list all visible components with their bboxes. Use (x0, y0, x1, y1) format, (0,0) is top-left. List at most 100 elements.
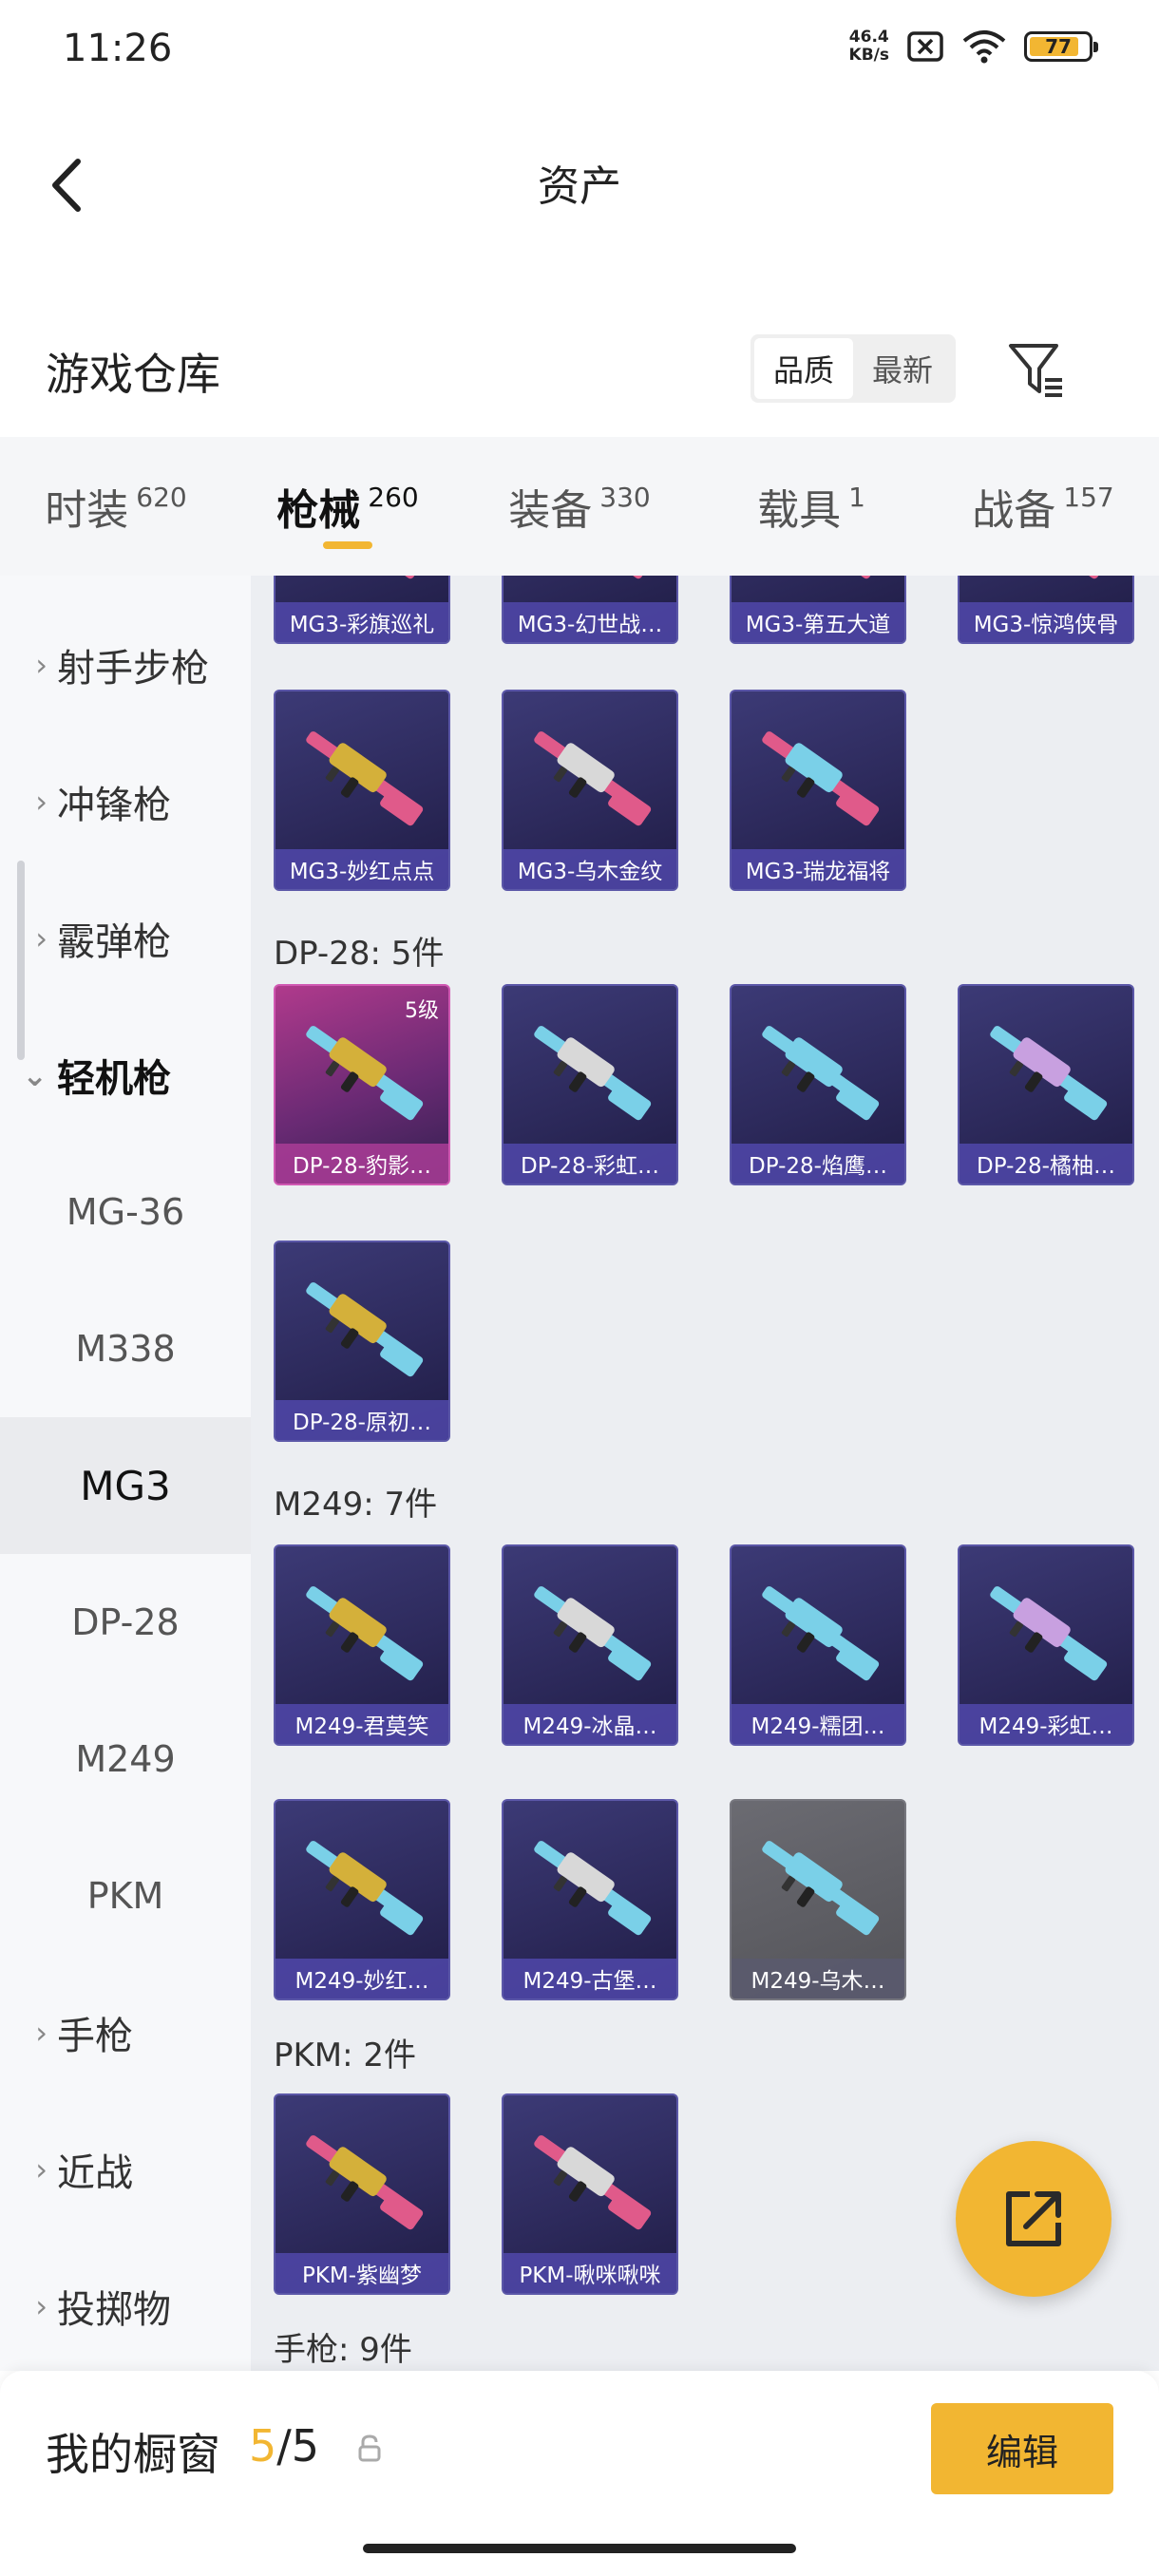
chevron-right-icon: › (35, 2151, 48, 2188)
tab-vehicles[interactable]: 载具 1 (695, 437, 927, 576)
skin-card[interactable]: MG3-惊鸿侠骨 (958, 576, 1134, 644)
skin-card[interactable]: MG3-瑞龙福将 (730, 690, 906, 891)
tab-label: 战备 (972, 486, 1056, 535)
battery-level: 77 (1045, 35, 1072, 58)
skin-card[interactable]: DP-28-橘柚… (958, 984, 1134, 1185)
section-title-pkm: PKM: 2件 (274, 2036, 417, 2074)
tab-count: 1 (848, 481, 865, 513)
showcase-label: 我的橱窗 (46, 2429, 220, 2480)
weapon-image (1064, 576, 1106, 579)
sidebar-subitem-mg3[interactable]: MG3 (0, 1417, 251, 1554)
net-speed-unit: KB/s (848, 46, 889, 65)
skin-name: MG3-乌木金纹 (504, 849, 676, 889)
status-icons: 46.4 KB/s 77 (848, 28, 1098, 65)
share-button[interactable] (956, 2141, 1112, 2297)
skin-card[interactable]: DP-28-原初… (274, 1241, 450, 1442)
skin-name: MG3-瑞龙福将 (732, 849, 904, 889)
sim-off-icon (907, 31, 943, 62)
skin-name: MG3-惊鸿侠骨 (960, 602, 1132, 642)
skin-card[interactable]: M249-乌木… (730, 1799, 906, 2000)
tab-count: 330 (599, 481, 651, 513)
sidebar-item-label: 霰弹枪 (57, 920, 171, 964)
edit-button[interactable]: 编辑 (931, 2403, 1113, 2494)
sidebar-item-label: 投掷物 (57, 2288, 171, 2332)
skin-name: M249-冰晶… (504, 1704, 676, 1744)
skin-name: M249-彩虹… (960, 1704, 1132, 1744)
weapon-image (762, 1586, 880, 1681)
section-title-pistol: 手枪: 9件 (274, 2331, 412, 2369)
skin-card[interactable]: PKM-紫幽梦 (274, 2093, 450, 2295)
tab-label: 装备 (508, 486, 593, 535)
weapon-image (306, 1282, 424, 1377)
skin-card[interactable]: M249-君莫笑 (274, 1544, 450, 1746)
weapon-image (534, 1026, 652, 1121)
skin-card[interactable]: 5级 DP-28-豹影… (274, 984, 450, 1185)
sidebar-subitem-mg36[interactable]: MG-36 (0, 1144, 251, 1280)
weapon-image (306, 731, 424, 826)
tab-firearms[interactable]: 枪械 260 (232, 437, 464, 576)
sidebar-item-lmg[interactable]: ⌄ 轻机枪 (0, 1007, 251, 1144)
sidebar-subitem-dp28[interactable]: DP-28 (0, 1554, 251, 1691)
skin-level-badge: 5级 (405, 999, 439, 1023)
skin-name: PKM-紫幽梦 (276, 2253, 448, 2293)
showcase-count: 5/5 (249, 2420, 319, 2472)
chevron-right-icon: › (35, 784, 48, 820)
tab-count: 620 (136, 481, 187, 513)
sidebar-item-sniper[interactable]: › 射手步枪 (0, 597, 251, 733)
weapon-image (762, 1841, 880, 1936)
showcase-current: 5 (249, 2420, 277, 2472)
section-title-dp28: DP-28: 5件 (274, 935, 445, 973)
weapon-image (534, 2135, 652, 2230)
skin-card[interactable]: DP-28-焰鹰… (730, 984, 906, 1185)
skin-card[interactable]: M249-冰晶… (502, 1544, 678, 1746)
tab-equipment[interactable]: 装备 330 (464, 437, 695, 576)
sidebar-subitem-pkm[interactable]: PKM (0, 1828, 251, 1964)
skin-name: DP-28-原初… (276, 1400, 448, 1440)
weapon-image (306, 1841, 424, 1936)
skin-card[interactable]: MG3-彩旗巡礼 (274, 576, 450, 644)
skin-card[interactable]: M249-古堡… (502, 1799, 678, 2000)
skin-card[interactable]: DP-28-彩虹… (502, 984, 678, 1185)
skin-name: MG3-彩旗巡礼 (276, 602, 448, 642)
skin-name: DP-28-豹影… (276, 1144, 448, 1184)
sidebar-item-throwable[interactable]: › 投掷物 (0, 2238, 251, 2371)
skin-name: MG3-幻世战… (504, 602, 676, 642)
status-bar: 11:26 46.4 KB/s 77 (0, 0, 1159, 104)
skin-card[interactable]: M249-彩虹… (958, 1544, 1134, 1746)
skin-card[interactable]: M249-妙红… (274, 1799, 450, 2000)
tab-label: 时装 (45, 486, 129, 535)
skin-card[interactable]: M249-糯团… (730, 1544, 906, 1746)
skin-name: M249-乌木… (732, 1959, 904, 1998)
sidebar-subitem-m249[interactable]: M249 (0, 1691, 251, 1828)
weapon-image (306, 1586, 424, 1681)
lock-icon (358, 2434, 381, 2462)
filter-icon[interactable] (1005, 338, 1068, 401)
sidebar-item-melee[interactable]: › 近战 (0, 2101, 251, 2238)
skin-card[interactable]: PKM-啾咪啾咪 (502, 2093, 678, 2295)
skin-card[interactable]: MG3-幻世战… (502, 576, 678, 644)
page-title: 资产 (538, 162, 621, 211)
weapon-image (534, 1841, 652, 1936)
skin-card[interactable]: MG3-第五大道 (730, 576, 906, 644)
sidebar-item-shotgun[interactable]: › 霰弹枪 (0, 870, 251, 1007)
sidebar-item-pistol[interactable]: › 手枪 (0, 1964, 251, 2101)
sort-newest-option[interactable]: 最新 (853, 338, 952, 399)
sidebar-item-label: 手枪 (57, 2015, 133, 2058)
skin-name: M249-君莫笑 (276, 1704, 448, 1744)
sidebar-scrollbar[interactable] (17, 861, 25, 1060)
sort-quality-option[interactable]: 品质 (754, 338, 853, 399)
skin-card[interactable]: MG3-妙红点点 (274, 690, 450, 891)
skin-name: M249-妙红… (276, 1959, 448, 1998)
sidebar-item-smg[interactable]: › 冲锋枪 (0, 733, 251, 870)
tab-tactical[interactable]: 战备 157 (927, 437, 1159, 576)
skin-card[interactable]: MG3-乌木金纹 (502, 690, 678, 891)
sort-toggle: 品质 最新 (750, 334, 956, 403)
skin-grid: DP-28: 5件 M249: 7件 PKM: 2件 手枪: 9件 MG3-彩旗… (251, 576, 1159, 2371)
weapon-image (534, 731, 652, 826)
tab-fashion[interactable]: 时装 620 (0, 437, 232, 576)
active-tab-indicator (323, 541, 372, 549)
sidebar-subitem-m338[interactable]: M338 (0, 1280, 251, 1417)
sidebar-item-label: 近战 (57, 2151, 133, 2195)
skin-name: MG3-第五大道 (732, 602, 904, 642)
home-indicator[interactable] (363, 2544, 796, 2553)
